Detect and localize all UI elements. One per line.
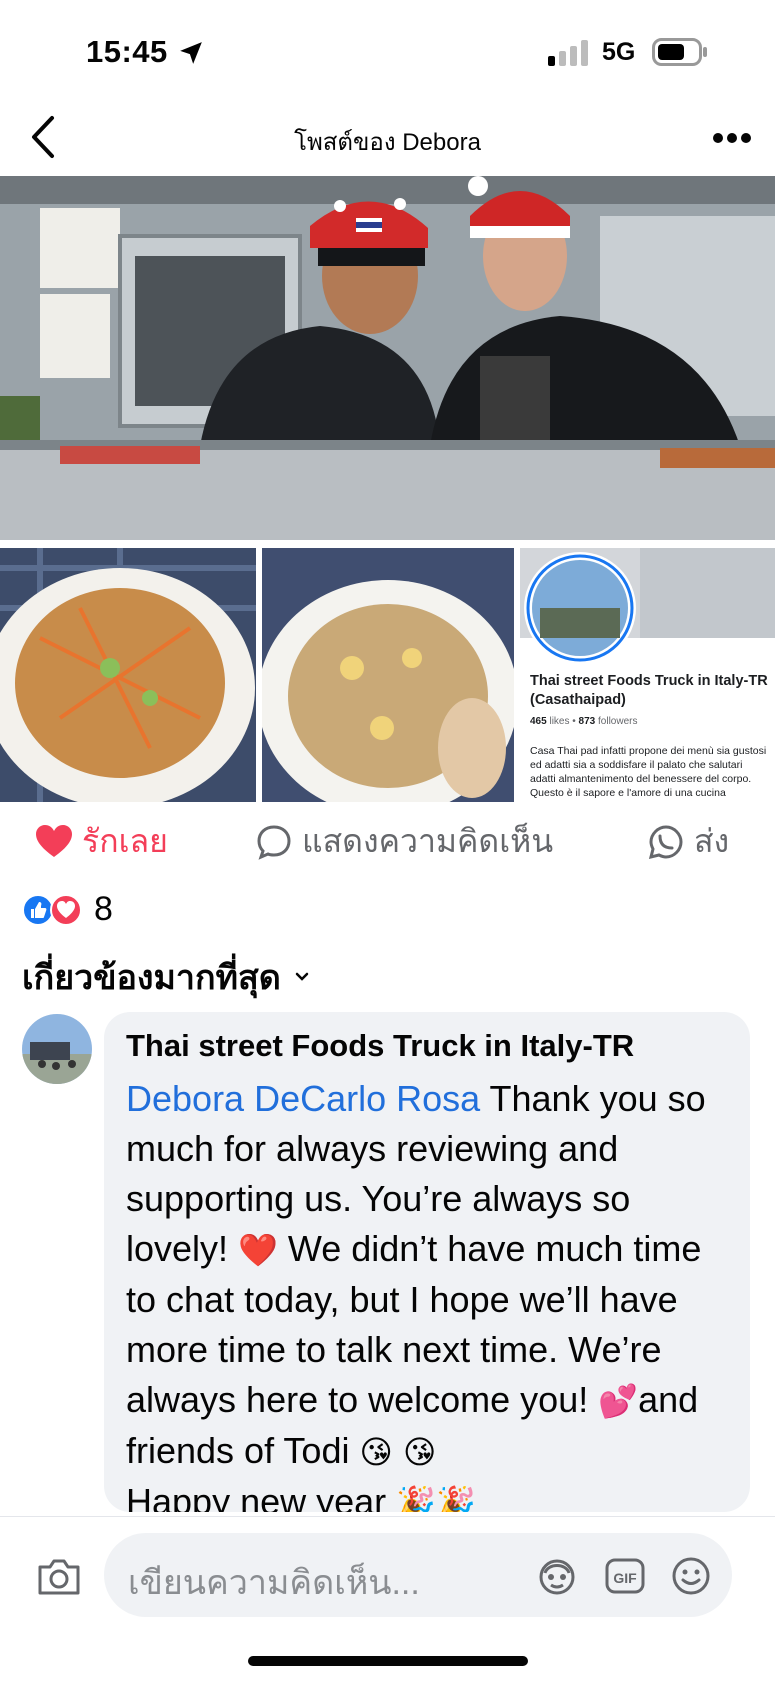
comment-input[interactable]: เขียนความคิดเห็น... GIF	[104, 1533, 732, 1617]
shared-page-card[interactable]: Thai street Foods Truck in Italy-TR (Cas…	[520, 548, 775, 802]
reaction-count: 8	[94, 890, 113, 928]
food-truck-photo	[0, 176, 775, 540]
comment-bubble[interactable]: Thai street Foods Truck in Italy-TR Debo…	[104, 1012, 750, 1512]
clock: 15:45	[86, 34, 168, 69]
love-reaction-icon	[50, 893, 82, 926]
pad-thai-photo[interactable]	[0, 548, 256, 802]
love-label: รักเลย	[82, 823, 168, 859]
comment-placeholder: เขียนความคิดเห็น...	[128, 1564, 420, 1602]
whatsapp-icon	[648, 824, 683, 859]
post-actions: รักเลย แสดงความคิดเห็น ส่ง	[0, 808, 775, 872]
party-popper-emoji: 🎉🎉	[396, 1484, 476, 1512]
page-stats: 465 likes • 873 followers	[530, 716, 638, 727]
heart-icon	[36, 824, 72, 857]
comment-author[interactable]: Thai street Foods Truck in Italy-TR	[126, 1028, 634, 1064]
home-indicator[interactable]	[248, 1656, 528, 1666]
page-title: โพสต์ของ Debora	[294, 129, 481, 156]
mention-link[interactable]: Debora DeCarlo Rosa	[126, 1078, 480, 1119]
avatar-sticker-icon[interactable]	[536, 1555, 578, 1597]
comment-sort-dropdown[interactable]: เกี่ยวข้องมากที่สุด	[22, 950, 309, 1004]
fried-rice-photo[interactable]	[262, 548, 514, 802]
camera-icon[interactable]	[36, 1557, 82, 1597]
battery-icon	[652, 38, 707, 66]
reaction-summary[interactable]: 8	[22, 890, 113, 929]
page-description: Casa Thai pad infatti propone dei menù s…	[530, 745, 767, 799]
emoji-icon[interactable]	[670, 1555, 712, 1597]
post-header: โพสต์ของ Debora	[0, 100, 775, 176]
comment-bubble-icon	[257, 824, 291, 860]
post-photo-main[interactable]	[0, 176, 775, 540]
comment-label: แสดงความคิดเห็น	[302, 823, 554, 859]
comment-text-part: Happy new year	[126, 1481, 397, 1512]
kiss-emoji: 😘 😘	[359, 1433, 437, 1471]
share-button[interactable]: ส่ง	[648, 816, 729, 867]
network-type: 5G	[602, 38, 636, 66]
status-bar: 15:45 5G	[0, 0, 775, 100]
comment-button[interactable]: แสดงความคิดเห็น	[256, 816, 553, 867]
two-hearts-emoji: 💕	[598, 1382, 639, 1420]
share-label: ส่ง	[694, 823, 730, 859]
chevron-down-icon	[295, 972, 309, 981]
svg-text:GIF: GIF	[613, 1570, 637, 1586]
love-button[interactable]: รักเลย	[36, 816, 168, 867]
commenter-avatar[interactable]	[22, 1014, 92, 1084]
red-heart-emoji: ❤️	[238, 1231, 278, 1269]
sort-label: เกี่ยวข้องมากที่สุด	[22, 959, 281, 997]
page-name: Thai street Foods Truck in Italy-TR (Cas…	[530, 673, 768, 708]
comment-text: Debora DeCarlo Rosa Thank you so much fo…	[126, 1074, 738, 1512]
signal-icon	[548, 40, 588, 66]
gif-icon[interactable]: GIF	[604, 1555, 646, 1597]
location-arrow-icon	[180, 42, 202, 64]
more-options-icon[interactable]	[712, 132, 752, 144]
post-photo-row: Thai street Foods Truck in Italy-TR (Cas…	[0, 548, 775, 802]
